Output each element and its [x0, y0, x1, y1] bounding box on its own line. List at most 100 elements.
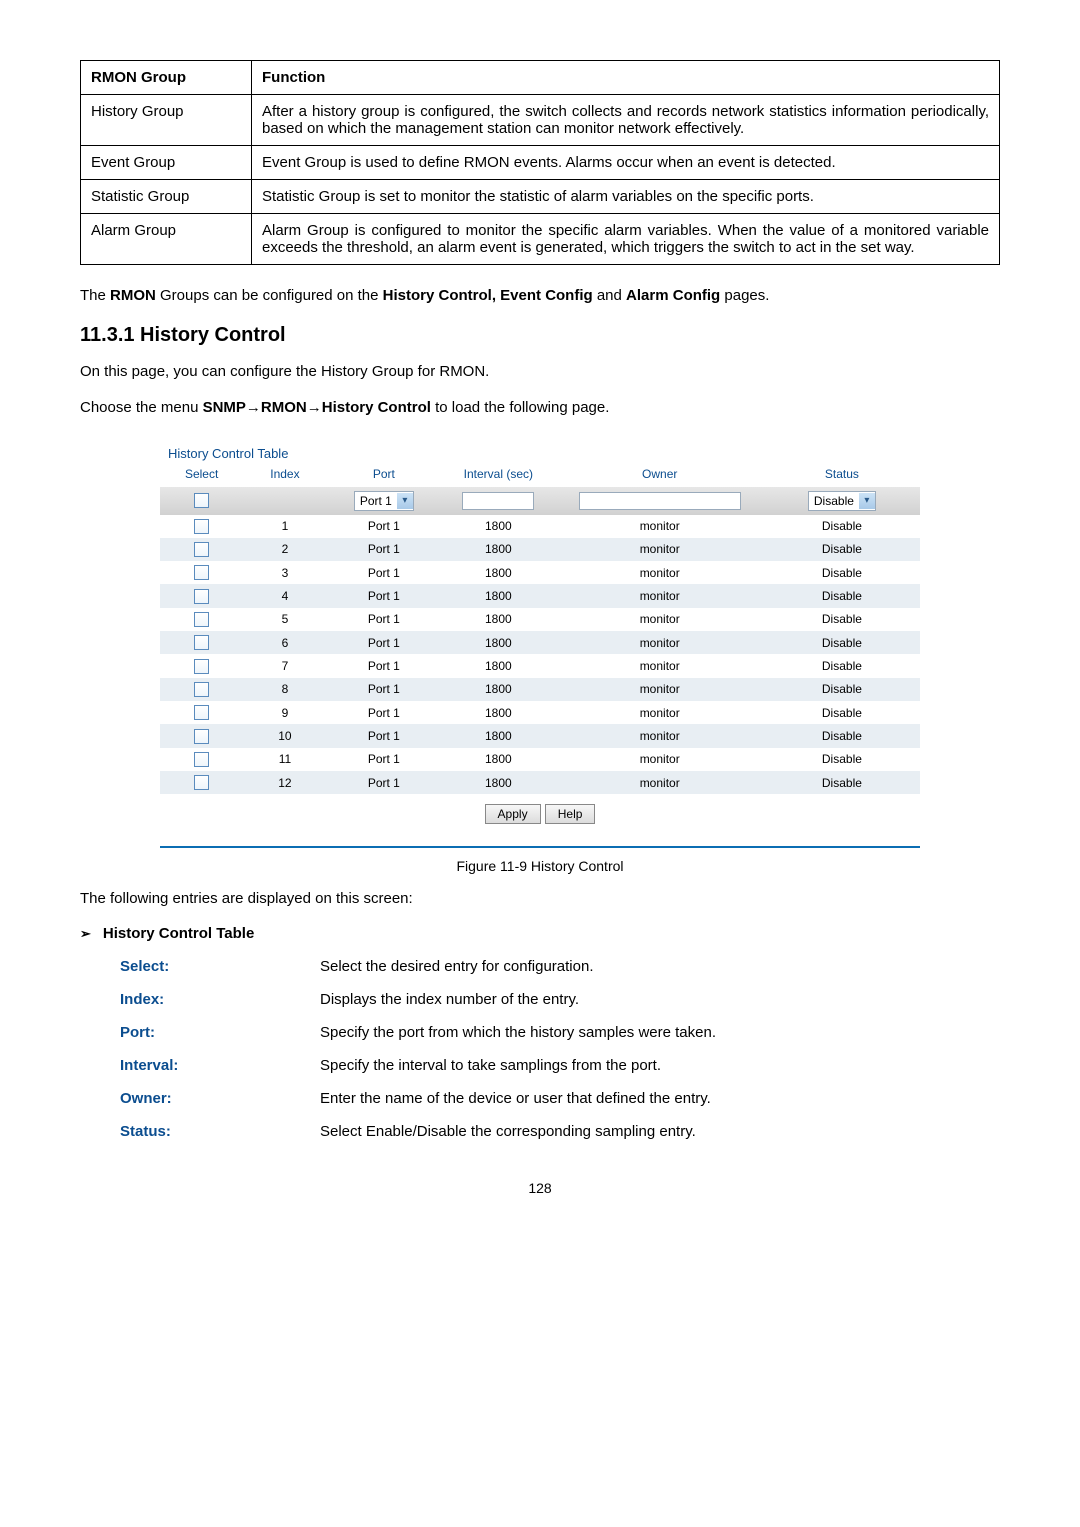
- cell: Disable: [764, 771, 920, 794]
- intro-paragraph: The RMON Groups can be configured on the…: [80, 285, 1000, 308]
- cell: [160, 631, 243, 654]
- rmon-function-cell: After a history group is configured, the…: [252, 95, 1000, 146]
- definition-term: Port:: [120, 1024, 320, 1041]
- cell: 1800: [441, 748, 556, 771]
- cell: 10: [243, 724, 326, 747]
- rmon-row: History GroupAfter a history group is co…: [81, 95, 1000, 146]
- rmon-function-cell: Statistic Group is set to monitor the st…: [252, 180, 1000, 214]
- rmon-header-group: RMON Group: [81, 61, 252, 95]
- cell: [160, 748, 243, 771]
- rmon-group-table: RMON Group Function History GroupAfter a…: [80, 60, 1000, 265]
- cell: 7: [243, 654, 326, 677]
- help-button[interactable]: Help: [545, 804, 596, 824]
- row-checkbox[interactable]: [194, 682, 209, 697]
- row-checkbox[interactable]: [194, 589, 209, 604]
- cell: 4: [243, 584, 326, 607]
- cell: Disable: [764, 584, 920, 607]
- cell: 2: [243, 538, 326, 561]
- definition-row: Select:Select the desired entry for conf…: [120, 958, 1000, 975]
- cell: monitor: [556, 654, 764, 677]
- definition-term: Index:: [120, 991, 320, 1008]
- cell: monitor: [556, 561, 764, 584]
- cell: monitor: [556, 771, 764, 794]
- history-row: 4Port 11800monitorDisable: [160, 584, 920, 607]
- cell: 1800: [441, 561, 556, 584]
- definition-row: Interval:Specify the interval to take sa…: [120, 1057, 1000, 1074]
- row-checkbox[interactable]: [194, 659, 209, 674]
- definition-row: Status:Select Enable/Disable the corresp…: [120, 1123, 1000, 1140]
- entries-intro: The following entries are displayed on t…: [80, 888, 1000, 911]
- cell: Port 1: [327, 678, 442, 701]
- definition-row: Owner:Enter the name of the device or us…: [120, 1090, 1000, 1107]
- chevron-down-icon: ▾: [397, 493, 413, 509]
- cell: 3: [243, 561, 326, 584]
- rmon-group-cell: History Group: [81, 95, 252, 146]
- history-row: 7Port 11800monitorDisable: [160, 654, 920, 677]
- cell: 1800: [441, 724, 556, 747]
- cell: 12: [243, 771, 326, 794]
- cell: 1800: [441, 701, 556, 724]
- status-select[interactable]: Disable ▾: [808, 491, 876, 511]
- text: Choose the menu: [80, 399, 203, 416]
- row-checkbox[interactable]: [194, 519, 209, 534]
- history-row: 1Port 11800monitorDisable: [160, 515, 920, 538]
- port-select[interactable]: Port 1 ▾: [354, 491, 414, 511]
- col-owner: Owner: [556, 461, 764, 487]
- cell: Port 1: [327, 515, 442, 538]
- cell: [160, 584, 243, 607]
- definitions-list: Select:Select the desired entry for conf…: [120, 958, 1000, 1140]
- cell: 9: [243, 701, 326, 724]
- row-checkbox[interactable]: [194, 612, 209, 627]
- cell: 1800: [441, 631, 556, 654]
- rmon-row: Statistic GroupStatistic Group is set to…: [81, 180, 1000, 214]
- history-row: 9Port 11800monitorDisable: [160, 701, 920, 724]
- row-checkbox[interactable]: [194, 542, 209, 557]
- cell: [160, 654, 243, 677]
- cell: Disable: [764, 748, 920, 771]
- figure-separator: [160, 846, 920, 848]
- row-checkbox[interactable]: [194, 635, 209, 650]
- cell: [160, 771, 243, 794]
- text: pages.: [720, 287, 769, 304]
- cell: Disable: [764, 724, 920, 747]
- cell: 1800: [441, 515, 556, 538]
- cell: Port 1: [327, 748, 442, 771]
- text: to load the following page.: [431, 399, 609, 416]
- section-heading: 11.3.1 History Control: [80, 324, 1000, 347]
- page-number: 128: [80, 1180, 1000, 1196]
- history-row: 10Port 11800monitorDisable: [160, 724, 920, 747]
- history-row: 8Port 11800monitorDisable: [160, 678, 920, 701]
- col-index: Index: [243, 461, 326, 487]
- cell: 6: [243, 631, 326, 654]
- cell: 1: [243, 515, 326, 538]
- text-bold: Alarm Config: [626, 287, 720, 304]
- row-checkbox[interactable]: [194, 729, 209, 744]
- cell: Disable: [764, 538, 920, 561]
- apply-button[interactable]: Apply: [485, 804, 541, 824]
- cell: monitor: [556, 678, 764, 701]
- definition-row: Port:Specify the port from which the his…: [120, 1024, 1000, 1041]
- cell: Disable: [764, 561, 920, 584]
- cell: 11: [243, 748, 326, 771]
- row-checkbox[interactable]: [194, 565, 209, 580]
- row-checkbox[interactable]: [194, 705, 209, 720]
- history-row: 2Port 11800monitorDisable: [160, 538, 920, 561]
- owner-input[interactable]: [579, 492, 741, 510]
- cell: monitor: [556, 724, 764, 747]
- col-interval: Interval (sec): [441, 461, 556, 487]
- cell: [160, 678, 243, 701]
- definition-term: Interval:: [120, 1057, 320, 1074]
- rmon-row: Alarm GroupAlarm Group is configured to …: [81, 214, 1000, 265]
- cell: Disable: [764, 701, 920, 724]
- row-checkbox[interactable]: [194, 775, 209, 790]
- text: and: [593, 287, 626, 304]
- cell: 1800: [441, 771, 556, 794]
- definition-term: Status:: [120, 1123, 320, 1140]
- interval-input[interactable]: [462, 492, 534, 510]
- definition-description: Select Enable/Disable the corresponding …: [320, 1123, 1000, 1140]
- select-all-checkbox[interactable]: [194, 493, 209, 508]
- rmon-group-cell: Statistic Group: [81, 180, 252, 214]
- row-checkbox[interactable]: [194, 752, 209, 767]
- cell: 1800: [441, 584, 556, 607]
- button-row: Apply Help: [160, 794, 920, 838]
